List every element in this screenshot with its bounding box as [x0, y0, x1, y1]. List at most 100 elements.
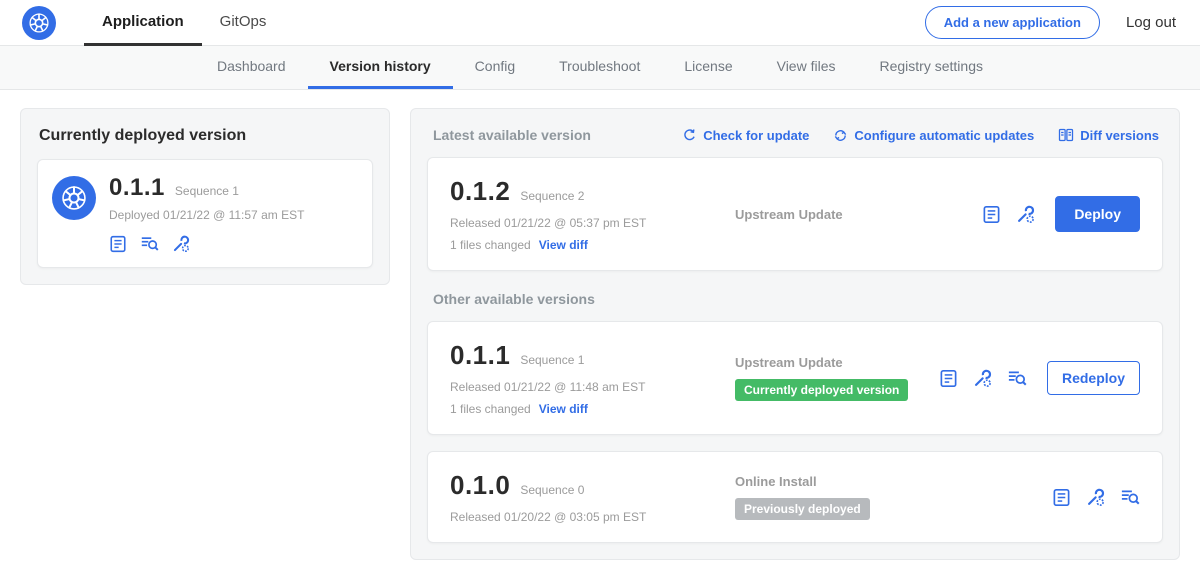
version-source: Upstream Update: [735, 355, 939, 370]
release-notes-button[interactable]: [1052, 488, 1071, 507]
kubernetes-logo-icon: [22, 6, 56, 40]
version-info: 0.1.1 Sequence 1 Released 01/21/22 @ 11:…: [450, 340, 735, 416]
version-actions: [1052, 487, 1140, 507]
released-timestamp: Released 01/20/22 @ 03:05 pm EST: [450, 510, 735, 524]
version-info: 0.1.0 Sequence 0 Released 01/20/22 @ 03:…: [450, 470, 735, 524]
released-timestamp: Released 01/21/22 @ 11:48 am EST: [450, 380, 735, 394]
subnav-tab-view-files-label: View files: [777, 58, 836, 74]
deployed-timestamp: Deployed 01/21/22 @ 11:57 am EST: [109, 208, 304, 222]
release-notes-button[interactable]: [982, 205, 1001, 224]
release-notes-button[interactable]: [109, 235, 127, 253]
release-notes-icon: [109, 235, 127, 253]
other-versions-title: Other available versions: [433, 291, 1159, 307]
version-number: 0.1.2: [450, 176, 510, 207]
version-source-cell: Online Install Previously deployed: [735, 474, 1052, 520]
versions-panel-actions: Check for update Configure automatic upd…: [682, 127, 1159, 143]
version-sequence: Sequence 2: [520, 189, 584, 203]
main-content: Currently deployed version 0.1.1 Sequenc…: [0, 90, 1200, 578]
release-notes-button[interactable]: [939, 369, 958, 388]
tab-gitops[interactable]: GitOps: [202, 0, 285, 46]
version-sequence: Sequence 1: [520, 353, 584, 367]
preflight-button[interactable]: [140, 234, 159, 253]
deployed-actions: [109, 234, 304, 253]
check-for-update-button[interactable]: Check for update: [682, 128, 809, 143]
preflight-button[interactable]: [1120, 487, 1140, 507]
currently-deployed-panel: Currently deployed version 0.1.1 Sequenc…: [20, 108, 390, 285]
subnav-tab-version-history-label: Version history: [330, 58, 431, 74]
subnav-tab-config[interactable]: Config: [453, 46, 537, 89]
version-number: 0.1.1: [450, 340, 510, 371]
subnav-tab-version-history[interactable]: Version history: [308, 46, 453, 89]
config-icon: [973, 369, 992, 388]
config-button[interactable]: [1086, 488, 1105, 507]
version-row-0-1-1: 0.1.1 Sequence 1 Released 01/21/22 @ 11:…: [427, 321, 1163, 435]
version-source-cell: Upstream Update: [735, 207, 982, 222]
config-icon: [1016, 205, 1035, 224]
versions-panel-header: Latest available version Check for updat…: [433, 127, 1159, 143]
version-source-cell: Upstream Update Currently deployed versi…: [735, 355, 939, 401]
subnav-tab-dashboard[interactable]: Dashboard: [195, 46, 308, 89]
subnav-tab-license[interactable]: License: [662, 46, 754, 89]
subnav-tab-view-files[interactable]: View files: [755, 46, 858, 89]
top-bar: Application GitOps Add a new application…: [0, 0, 1200, 46]
config-icon: [172, 235, 190, 253]
deploy-button[interactable]: Deploy: [1055, 196, 1140, 232]
subnav-tab-registry-settings[interactable]: Registry settings: [858, 46, 1005, 89]
version-number: 0.1.0: [450, 470, 510, 501]
released-timestamp: Released 01/21/22 @ 05:37 pm EST: [450, 216, 735, 230]
config-button[interactable]: [172, 235, 190, 253]
deployed-version-info: 0.1.1 Sequence 1 Deployed 01/21/22 @ 11:…: [109, 174, 304, 253]
latest-version-title: Latest available version: [433, 127, 682, 143]
deployed-version-number: 0.1.1: [109, 174, 165, 202]
tab-application-label: Application: [102, 13, 184, 30]
release-notes-icon: [982, 205, 1001, 224]
subnav-tab-troubleshoot[interactable]: Troubleshoot: [537, 46, 662, 89]
subnav-tab-config-label: Config: [475, 58, 515, 74]
previously-deployed-badge: Previously deployed: [735, 498, 870, 520]
subnav-tab-dashboard-label: Dashboard: [217, 58, 286, 74]
version-actions: Deploy: [982, 196, 1140, 232]
logout-link[interactable]: Log out: [1126, 14, 1176, 31]
deployed-sequence: Sequence 1: [175, 184, 239, 198]
currently-deployed-badge: Currently deployed version: [735, 379, 908, 401]
preflight-icon: [1120, 487, 1140, 507]
preflight-icon: [1007, 368, 1027, 388]
preflight-button[interactable]: [1007, 368, 1027, 388]
redeploy-button[interactable]: Redeploy: [1047, 361, 1140, 395]
diff-versions-label: Diff versions: [1080, 128, 1159, 143]
app-logo-icon: [52, 176, 96, 220]
diff-versions-button[interactable]: Diff versions: [1058, 127, 1159, 143]
app-subnav: Dashboard Version history Config Trouble…: [0, 46, 1200, 90]
version-actions: Redeploy: [939, 361, 1140, 395]
configure-automatic-updates-button[interactable]: Configure automatic updates: [833, 128, 1034, 143]
version-source: Upstream Update: [735, 207, 982, 222]
add-application-button[interactable]: Add a new application: [925, 6, 1100, 39]
release-notes-icon: [1052, 488, 1071, 507]
version-sequence: Sequence 0: [520, 483, 584, 497]
tab-application[interactable]: Application: [84, 0, 202, 46]
subnav-tab-registry-settings-label: Registry settings: [880, 58, 983, 74]
files-changed: 1 files changed: [450, 402, 531, 416]
deployed-version-card: 0.1.1 Sequence 1 Deployed 01/21/22 @ 11:…: [37, 159, 373, 268]
preflight-icon: [140, 234, 159, 253]
subnav-tab-license-label: License: [684, 58, 732, 74]
refresh-icon: [682, 128, 697, 143]
configure-automatic-updates-label: Configure automatic updates: [854, 128, 1034, 143]
automatic-updates-icon: [833, 128, 848, 143]
version-history-panel: Latest available version Check for updat…: [410, 108, 1180, 560]
version-row-0-1-0: 0.1.0 Sequence 0 Released 01/20/22 @ 03:…: [427, 451, 1163, 543]
version-source: Online Install: [735, 474, 1052, 489]
version-info: 0.1.2 Sequence 2 Released 01/21/22 @ 05:…: [450, 176, 735, 252]
view-diff-link[interactable]: View diff: [539, 238, 588, 252]
currently-deployed-title: Currently deployed version: [39, 127, 371, 145]
view-diff-link[interactable]: View diff: [539, 402, 588, 416]
config-button[interactable]: [973, 369, 992, 388]
version-row-0-1-2: 0.1.2 Sequence 2 Released 01/21/22 @ 05:…: [427, 157, 1163, 271]
check-for-update-label: Check for update: [703, 128, 809, 143]
diff-icon: [1058, 127, 1074, 143]
tab-gitops-label: GitOps: [220, 13, 267, 30]
release-notes-icon: [939, 369, 958, 388]
config-icon: [1086, 488, 1105, 507]
config-button[interactable]: [1016, 205, 1035, 224]
subnav-tab-troubleshoot-label: Troubleshoot: [559, 58, 640, 74]
